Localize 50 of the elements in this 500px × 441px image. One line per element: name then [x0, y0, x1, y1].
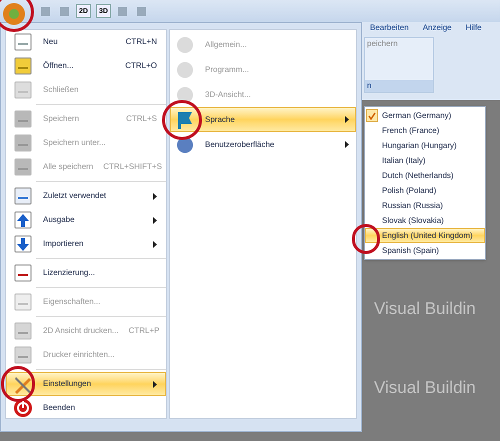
tools-icon — [13, 374, 33, 394]
check-icon — [368, 112, 376, 120]
menu-item[interactable]: Benutzeroberfläche — [170, 132, 356, 157]
ribbon-tab[interactable]: Anzeige — [422, 22, 452, 34]
toolbar-button[interactable] — [57, 4, 71, 18]
toolbar-button[interactable] — [134, 4, 149, 18]
document-icon — [13, 32, 33, 52]
logo-text: Visual Buildin — [374, 379, 476, 396]
menu-item[interactable]: Beenden — [6, 396, 166, 420]
menu-item[interactable]: Sprache — [170, 107, 356, 132]
menu-item[interactable]: Einstellungen — [6, 372, 166, 396]
submenu-arrow-icon — [345, 141, 349, 148]
toolbar-button[interactable] — [116, 4, 130, 18]
submenu-arrow-icon — [153, 216, 157, 224]
logo-text: Visual Buildin — [374, 300, 476, 317]
language-item[interactable]: English (United Kingdom) — [365, 228, 485, 243]
app-orb-icon[interactable] — [2, 2, 26, 26]
group-caption: n — [365, 80, 433, 92]
submenu-arrow-icon — [345, 116, 349, 123]
shortcut-label: CTRL+N — [126, 36, 157, 48]
shortcut-label: CTRL+SHIFT+S — [103, 161, 162, 173]
toolbar-icon — [136, 6, 148, 16]
submenu-arrow-icon — [153, 380, 157, 388]
flag-icon — [175, 110, 195, 130]
language-item[interactable]: Spanish (Spain) — [365, 243, 485, 258]
menu-item[interactable]: Lizenzierung... — [6, 261, 166, 285]
language-item[interactable]: Russian (Russia) — [365, 198, 485, 213]
toolbar-button[interactable] — [38, 4, 52, 18]
menu-item[interactable]: Importieren — [6, 232, 166, 256]
language-item[interactable]: French (France) — [365, 123, 485, 138]
language-item[interactable]: Slovak (Slovakia) — [365, 213, 485, 228]
ribbon-tab[interactable]: Bearbeiten — [370, 22, 409, 34]
menu-item[interactable]: Neu CTRL+N — [6, 30, 166, 54]
language-item[interactable]: Polish (Poland) — [365, 183, 485, 198]
language-item[interactable]: German (Germany) — [365, 108, 485, 123]
language-item[interactable]: Dutch (Netherlands) — [365, 168, 485, 183]
ribbon-tab[interactable]: Hilfe — [466, 22, 482, 34]
language-item[interactable]: Hungarian (Hungary) — [365, 138, 485, 153]
submenu-arrow-icon — [153, 192, 157, 200]
submenu-arrow-icon — [153, 240, 157, 248]
shortcut-label: CTRL+O — [125, 60, 157, 72]
toolbar-icon — [58, 6, 70, 16]
toolbar-icon — [117, 6, 128, 16]
menu-item[interactable]: Zuletzt verwendet — [6, 184, 166, 208]
shortcut-label: CTRL+S — [126, 113, 157, 125]
toolbar-icon — [40, 6, 50, 16]
language-item[interactable]: Italian (Italy) — [365, 153, 485, 168]
menu-item[interactable]: Ausgabe — [6, 208, 166, 232]
menu-item[interactable]: Öffnen... CTRL+O — [6, 54, 166, 78]
shortcut-label: CTRL+P — [128, 325, 160, 337]
